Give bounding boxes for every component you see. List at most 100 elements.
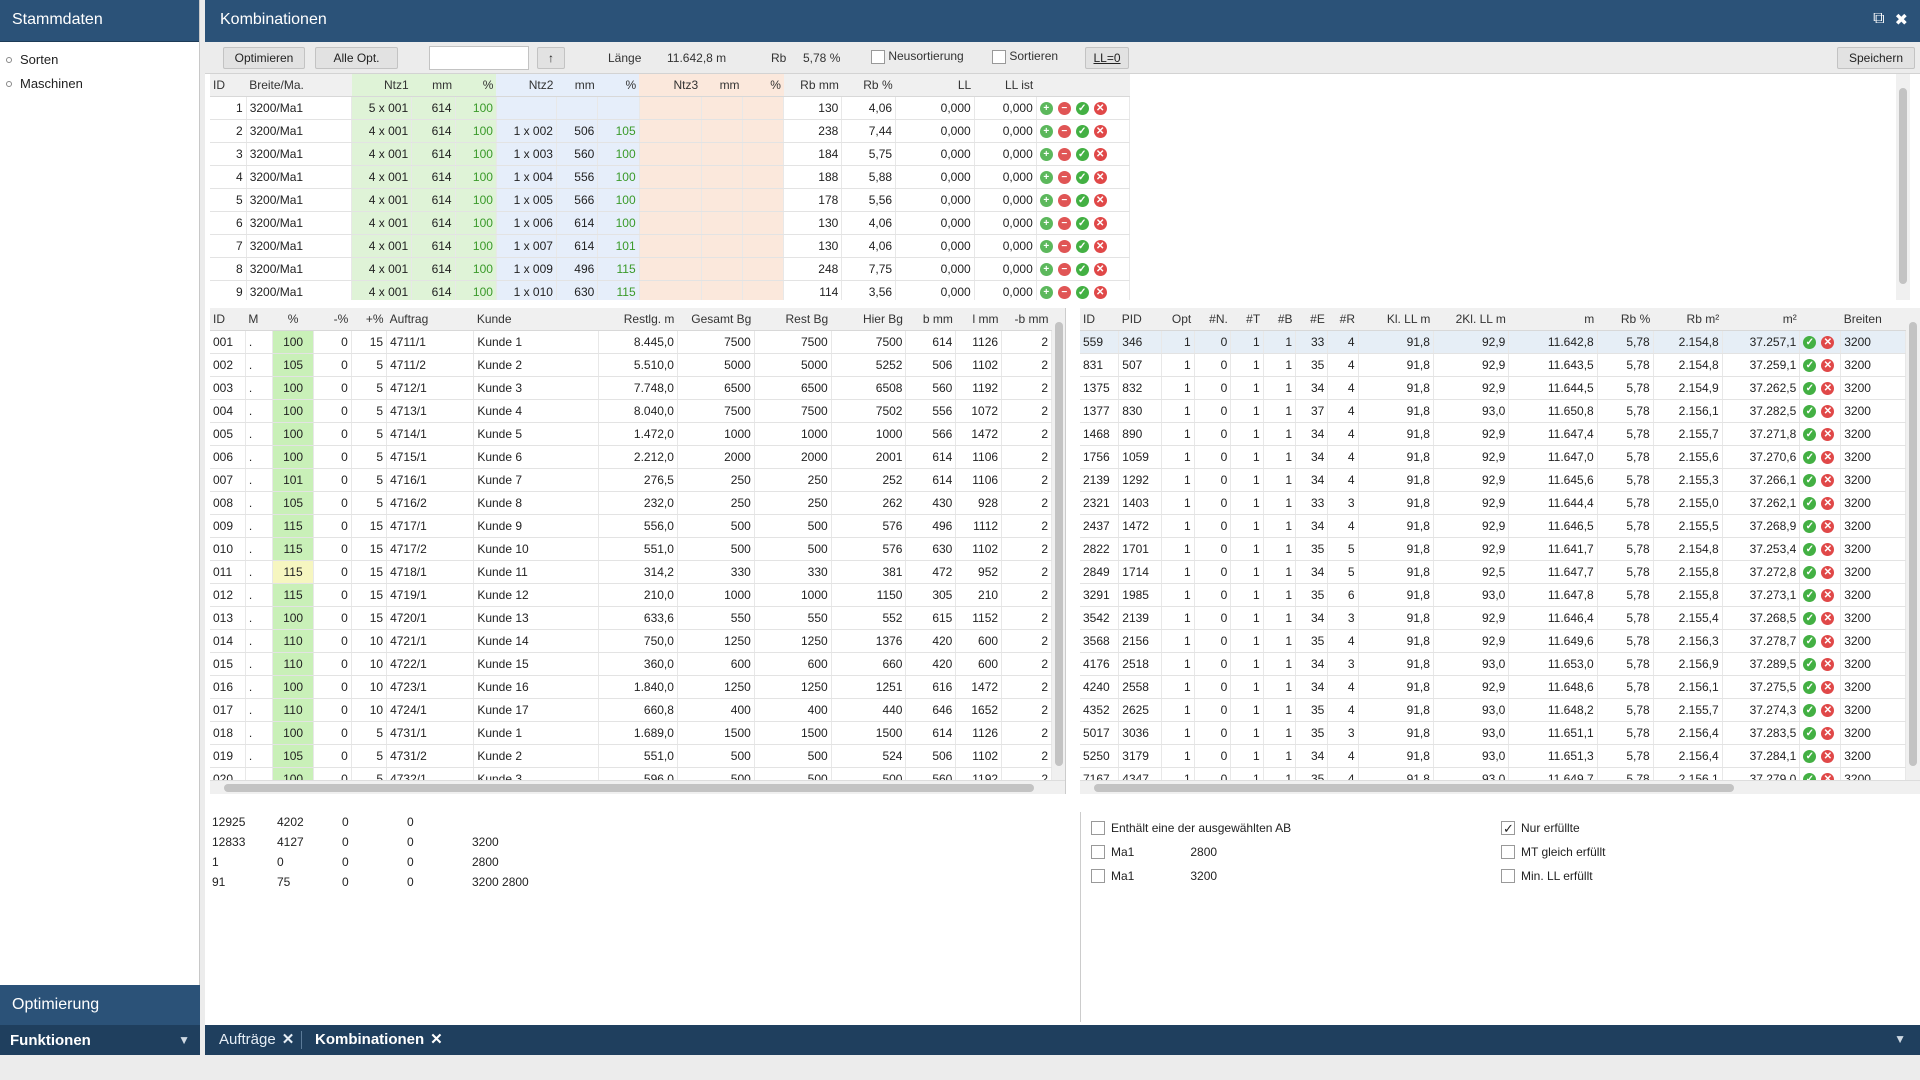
reject-icon[interactable]: ✕ (1821, 381, 1835, 395)
column-header[interactable]: Kunde (473, 308, 599, 331)
speichern-button[interactable]: Speichern (1837, 47, 1915, 69)
add-icon[interactable]: + (1039, 239, 1053, 253)
reject-icon[interactable]: ✕ (1093, 285, 1107, 299)
table-row[interactable]: 018. 100 0 5 4731/1 Kunde 1 1.689,0 1500 1500 150… (210, 721, 1052, 745)
table-row[interactable]: 002. 105 0 5 4711/2 Kunde 2 5.510,0 5000 5000 525… (210, 353, 1052, 377)
column-header[interactable]: Rb % (841, 74, 896, 97)
reject-icon[interactable]: ✕ (1093, 239, 1107, 253)
column-header[interactable] (1799, 308, 1841, 331)
table-row[interactable]: 019. 105 0 5 4731/2 Kunde 2 551,0 500 500 524 506 1… (210, 744, 1052, 768)
remove-icon[interactable]: − (1057, 216, 1071, 230)
accept-icon[interactable]: ✓ (1075, 262, 1089, 276)
nur-erfuellte-checkbox[interactable] (1501, 819, 1515, 839)
accept-icon[interactable]: ✓ (1803, 588, 1817, 602)
reject-icon[interactable]: ✕ (1821, 542, 1835, 556)
sidebar-optimierung[interactable]: Optimierung (0, 985, 200, 1025)
column-header[interactable]: % (455, 74, 497, 97)
reject-icon[interactable]: ✕ (1821, 335, 1835, 349)
table-row[interactable]: 4176 2518 1 0 1 1 34 3 91,8 93,0 11.653,0 5,78 2.156… (1080, 652, 1906, 676)
reject-icon[interactable]: ✕ (1093, 216, 1107, 230)
table-row[interactable]: 2849 1714 1 0 1 1 34 5 91,8 92,5 11.647,7 5,78 2.155… (1080, 560, 1906, 584)
column-header[interactable]: Hier Bg (831, 308, 906, 331)
reject-icon[interactable]: ✕ (1821, 611, 1835, 625)
table-row[interactable]: 1375 832 1 0 1 1 34 4 91,8 92,9 11.644,5 5,78 2.154,… (1080, 376, 1906, 400)
remove-icon[interactable]: − (1057, 101, 1071, 115)
column-header[interactable]: Auftrag (386, 308, 474, 331)
accept-icon[interactable]: ✓ (1803, 427, 1817, 441)
remove-icon[interactable]: − (1057, 239, 1071, 253)
column-header[interactable]: Kl. LL m (1358, 308, 1434, 331)
column-header[interactable]: LL (895, 74, 975, 97)
table-row[interactable]: 3291 1985 1 0 1 1 35 6 91,8 93,0 11.647,8 5,78 2.155… (1080, 583, 1906, 607)
column-header[interactable]: Gesamt Bg (677, 308, 755, 331)
table-row[interactable]: 559 346 1 0 1 1 33 4 91,8 92,9 11.642,8 5,78 2.154,8… (1080, 330, 1906, 354)
column-header[interactable]: Breite/Ma. (246, 74, 352, 97)
column-header[interactable]: Rest Bg (754, 308, 832, 331)
table-row[interactable]: 2 3200/Ma1 4 x 001 614 100 1 x 002 506 105 238 7,… (210, 119, 1131, 143)
table-row[interactable]: 015. 110 0 10 4722/1 Kunde 15 360,0 600 600 660 42… (210, 652, 1052, 676)
table-row[interactable]: 005. 100 0 5 4714/1 Kunde 5 1.472,0 1000 1000 100… (210, 422, 1052, 446)
table-row[interactable]: 5017 3036 1 0 1 1 35 3 91,8 93,0 11.651,1 5,78 2.156… (1080, 721, 1906, 745)
reject-icon[interactable]: ✕ (1821, 358, 1835, 372)
table-row[interactable]: 007. 101 0 5 4716/1 Kunde 7 276,5 250 250 252 614 1… (210, 468, 1052, 492)
table-row[interactable]: 013. 100 0 15 4720/1 Kunde 13 633,6 550 550 552 61… (210, 606, 1052, 630)
accept-icon[interactable]: ✓ (1803, 634, 1817, 648)
accept-icon[interactable]: ✓ (1075, 170, 1089, 184)
accept-icon[interactable]: ✓ (1075, 101, 1089, 115)
column-header[interactable]: Opt (1161, 308, 1195, 331)
table-row[interactable]: 6 3200/Ma1 4 x 001 614 100 1 x 006 614 100 130 4,… (210, 211, 1131, 235)
column-header[interactable]: m (1508, 308, 1598, 331)
column-header[interactable]: ID (210, 308, 246, 331)
table-row[interactable]: 017. 110 0 10 4724/1 Kunde 17 660,8 400 400 440 64… (210, 698, 1052, 722)
add-icon[interactable]: + (1039, 147, 1053, 161)
ma-filter-2800[interactable]: Ma1 2800 (1091, 842, 1217, 862)
orders-vertical-scrollbar[interactable] (1052, 308, 1065, 780)
results-vertical-scrollbar[interactable] (1906, 308, 1920, 780)
ma-3200-checkbox[interactable] (1091, 869, 1105, 883)
reject-icon[interactable]: ✕ (1093, 124, 1107, 138)
table-row[interactable]: 7 3200/Ma1 4 x 001 614 100 1 x 007 614 101 130 4,… (210, 234, 1131, 258)
chevron-down-icon[interactable]: ▼ (1894, 1032, 1906, 1046)
table-row[interactable]: 4352 2625 1 0 1 1 35 4 91,8 93,0 11.648,2 5,78 2.155… (1080, 698, 1906, 722)
remove-icon[interactable]: − (1057, 262, 1071, 276)
accept-icon[interactable]: ✓ (1803, 726, 1817, 740)
accept-icon[interactable]: ✓ (1803, 358, 1817, 372)
ma-2800-checkbox[interactable] (1091, 845, 1105, 859)
orders-horizontal-scrollbar[interactable] (210, 780, 1065, 794)
nur-erfuellte-filter[interactable]: Nur erfüllte (1501, 818, 1580, 839)
table-row[interactable]: 014. 110 0 10 4721/1 Kunde 14 750,0 1250 1250 137… (210, 629, 1052, 653)
accept-icon[interactable]: ✓ (1803, 542, 1817, 556)
accept-icon[interactable]: ✓ (1803, 749, 1817, 763)
column-header[interactable]: -b mm (1001, 308, 1052, 331)
table-row[interactable]: 2437 1472 1 0 1 1 34 4 91,8 92,9 11.646,5 5,78 2.155… (1080, 514, 1906, 538)
sidebar-title[interactable]: Stammdaten (0, 0, 199, 42)
sortieren-option[interactable]: Sortieren (992, 49, 1058, 64)
column-header[interactable]: m² (1722, 308, 1800, 331)
sidebar-funktionen[interactable]: Funktionen ▼ (0, 1025, 200, 1055)
mt-gleich-checkbox[interactable] (1501, 845, 1515, 859)
table-row[interactable]: 5250 3179 1 0 1 1 34 4 91,8 93,0 11.651,3 5,78 2.156… (1080, 744, 1906, 768)
enthaelt-filter[interactable]: Enthält eine der ausgewählten AB (1091, 818, 1291, 838)
ll0-button[interactable]: LL=0 (1085, 47, 1129, 69)
column-header[interactable]: Ntz2 (496, 74, 557, 97)
neusortierung-checkbox[interactable] (871, 49, 885, 64)
accept-icon[interactable]: ✓ (1075, 285, 1089, 299)
add-icon[interactable]: + (1039, 101, 1053, 115)
table-row[interactable]: 010. 115 0 15 4717/2 Kunde 10 551,0 500 500 576 63… (210, 537, 1052, 561)
reject-icon[interactable]: ✕ (1821, 657, 1835, 671)
column-header[interactable]: mm (411, 74, 456, 97)
column-header[interactable]: Rb % (1597, 308, 1654, 331)
reject-icon[interactable]: ✕ (1821, 565, 1835, 579)
close-icon[interactable]: ✕ (430, 1031, 443, 1048)
table-row[interactable]: 2321 1403 1 0 1 1 33 3 91,8 92,9 11.644,4 5,78 2.155… (1080, 491, 1906, 515)
table-row[interactable]: 1377 830 1 0 1 1 37 4 91,8 93,0 11.650,8 5,78 2.156,… (1080, 399, 1906, 423)
accept-icon[interactable]: ✓ (1075, 193, 1089, 207)
column-header[interactable]: M (245, 308, 273, 331)
column-header[interactable]: % (272, 308, 314, 331)
tab-kombinationen[interactable]: Kombinationen ✕ (307, 1025, 451, 1055)
table-row[interactable]: 5 3200/Ma1 4 x 001 614 100 1 x 005 566 100 178 5,… (210, 188, 1131, 212)
table-row[interactable]: 4240 2558 1 0 1 1 34 4 91,8 92,9 11.648,6 5,78 2.156… (1080, 675, 1906, 699)
reject-icon[interactable]: ✕ (1821, 703, 1835, 717)
alle-opt-button[interactable]: Alle Opt. (315, 47, 398, 69)
reject-icon[interactable]: ✕ (1821, 427, 1835, 441)
